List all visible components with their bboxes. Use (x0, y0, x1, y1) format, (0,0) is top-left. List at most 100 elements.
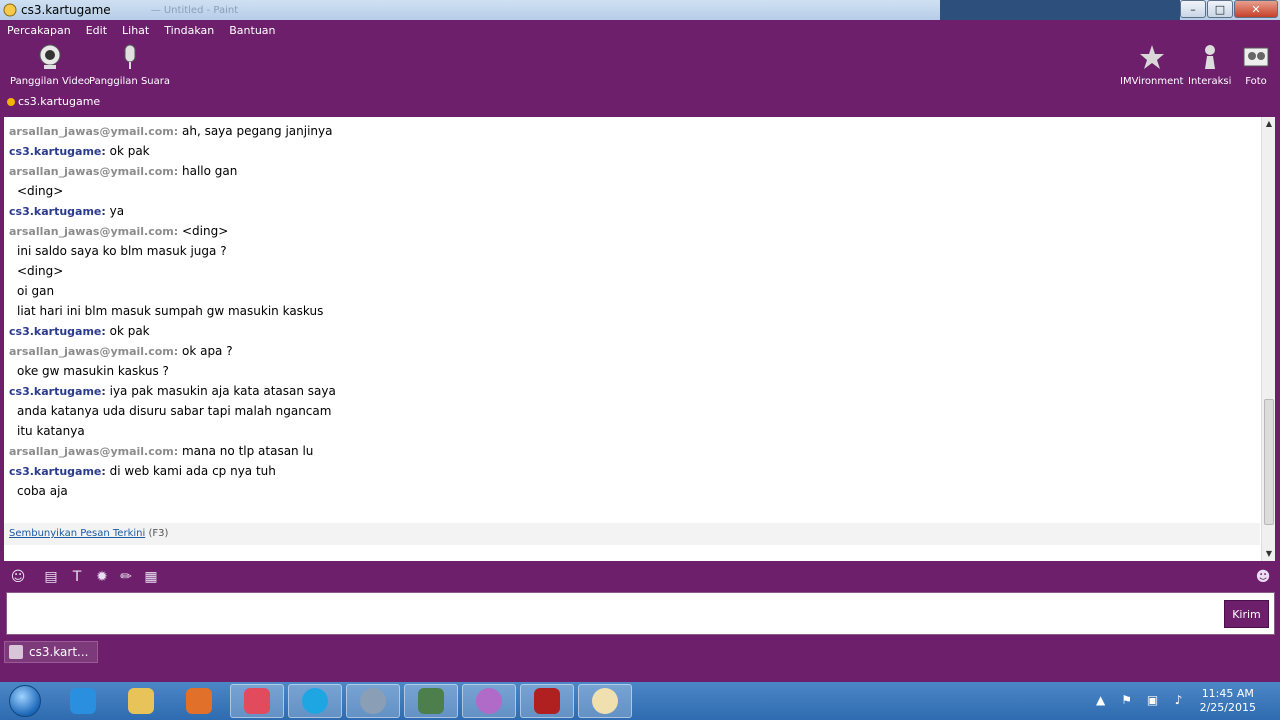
chat-text: oke gw masukin kaskus ? (17, 364, 169, 378)
chat-sender: arsallan_jawas@ymail.com: (9, 225, 179, 238)
chat-scrollbar[interactable]: ▲ ▼ (1261, 117, 1275, 561)
taskbar-explorer[interactable] (114, 684, 168, 718)
hide-messages-link[interactable]: Sembunyikan Pesan Terkini (9, 528, 145, 539)
chat-line: arsallan_jawas@ymail.com: <ding> (9, 221, 1249, 241)
swirl-app-icon (244, 688, 270, 714)
video-call-label: Panggilan Video (10, 76, 90, 87)
chat-text: ya (109, 204, 125, 218)
scroll-up-arrow-icon[interactable]: ▲ (1262, 117, 1276, 131)
interaksi-label: Interaksi (1188, 76, 1232, 87)
media-player-icon (186, 688, 212, 714)
scroll-thumb[interactable] (1264, 399, 1274, 525)
chess-piece-icon (1195, 42, 1225, 72)
toolbar: Panggilan Video Panggilan Suara IMVironm… (0, 40, 1280, 92)
chat-line: arsallan_jawas@ymail.com: hallo gan (9, 161, 1249, 181)
dota-icon (534, 688, 560, 714)
taskbar-yahoo-messenger[interactable] (462, 684, 516, 718)
menu-edit[interactable]: Edit (86, 24, 107, 37)
taskbar-internet-explorer[interactable] (56, 684, 110, 718)
conversation-tab[interactable]: cs3.kart... (4, 641, 98, 663)
yahoo-messenger-icon (476, 688, 502, 714)
chat-text: ah, saya pegang janjinya (181, 124, 333, 138)
chat-text: iya pak masukin aja kata atasan saya (109, 384, 336, 398)
interaksi-button[interactable]: Interaksi (1188, 42, 1231, 87)
webcam-icon (35, 42, 65, 72)
chat-text: anda katanya uda disuru sabar tapi malah… (17, 404, 332, 418)
audible-icon[interactable]: ✹ (93, 568, 111, 586)
chat-line: cs3.kartugame: ya (9, 201, 1249, 221)
chat-sender: arsallan_jawas@ymail.com: (9, 125, 179, 138)
share-photo-icon[interactable]: ▦ (142, 568, 160, 586)
chat-sender: cs3.kartugame: (9, 465, 106, 478)
taskbar-paint[interactable] (578, 684, 632, 718)
chat-text: ok pak (109, 324, 150, 338)
chat-line: liat hari ini blm masuk sumpah gw masuki… (9, 301, 1249, 321)
speech-bubble-icon[interactable]: ▤ (42, 568, 60, 586)
messenger-app-icon (3, 3, 17, 17)
chat-text: coba aja (17, 484, 68, 498)
chat-line: cs3.kartugame: iya pak masukin aja kata … (9, 381, 1249, 401)
taskbar-skype[interactable] (288, 684, 342, 718)
contact-status: cs3.kartugame (7, 95, 100, 108)
contact-avatar-icon[interactable]: ☻ (1254, 568, 1272, 586)
skype-icon (302, 688, 328, 714)
action-center-flag-icon[interactable]: ⚑ (1119, 693, 1135, 709)
chat-sender: arsallan_jawas@ymail.com: (9, 345, 179, 358)
window-title: cs3.kartugame (21, 3, 111, 17)
chat-sender: cs3.kartugame: (9, 325, 106, 338)
menu-bantuan[interactable]: Bantuan (229, 24, 275, 37)
clock-date: 2/25/2015 (1199, 701, 1256, 714)
menu-tindakan[interactable]: Tindakan (164, 24, 214, 37)
network-icon[interactable]: ▣ (1145, 693, 1161, 709)
contact-name: cs3.kartugame (18, 95, 101, 108)
volume-icon[interactable]: ♪ (1171, 693, 1187, 709)
voice-call-label: Panggilan Suara (89, 76, 170, 87)
chat-line: cs3.kartugame: ok pak (9, 141, 1249, 161)
emoticon-icon[interactable]: ☺ (9, 568, 27, 586)
chat-message: cs3.kartugame: di web kami ada cp nya tu… (9, 461, 1249, 501)
chat-sender: cs3.kartugame: (9, 145, 106, 158)
chat-line: ini saldo saya ko blm masuk juga ? (9, 241, 1249, 261)
taskbar-media-player[interactable] (172, 684, 226, 718)
title-bar-shade (940, 0, 1180, 20)
chat-line: <ding> (9, 181, 1249, 201)
menu-lihat[interactable]: Lihat (122, 24, 149, 37)
chat-line: arsallan_jawas@ymail.com: ah, saya pegan… (9, 121, 1249, 141)
chat-text: <ding> (181, 224, 229, 238)
close-button[interactable]: ✕ (1234, 0, 1278, 18)
folder-icon (128, 688, 154, 714)
attach-icon[interactable]: ✏ (117, 568, 135, 586)
start-button[interactable] (2, 683, 48, 719)
imvironment-button[interactable]: IMVironment (1120, 42, 1183, 87)
taskbar-app-7[interactable] (404, 684, 458, 718)
show-hidden-icons-icon[interactable]: ▲ (1093, 693, 1109, 709)
foto-button[interactable]: Foto (1241, 42, 1271, 87)
chat-text: ini saldo saya ko blm masuk juga ? (17, 244, 227, 258)
ie-icon (70, 688, 96, 714)
chat-message: arsallan_jawas@ymail.com: <ding> ini sald… (9, 221, 1249, 321)
maximize-button[interactable]: □ (1207, 0, 1233, 18)
send-button[interactable]: Kirim (1224, 600, 1269, 628)
chat-line: itu katanya (9, 421, 1249, 441)
windows-orb-icon (9, 685, 41, 717)
taskbar-app-4[interactable] (230, 684, 284, 718)
video-call-button[interactable]: Panggilan Video (10, 42, 90, 87)
taskbar-app-6[interactable] (346, 684, 400, 718)
clock[interactable]: 11:45 AM 2/25/2015 (1200, 687, 1256, 715)
chat-sender: cs3.kartugame: (9, 205, 106, 218)
taskbar-dota[interactable] (520, 684, 574, 718)
minimize-button[interactable]: – (1180, 0, 1206, 18)
background-window-title: — Untitled - Paint (150, 4, 239, 16)
chat-message: arsallan_jawas@ymail.com: hallo gan <ding… (9, 161, 1249, 201)
chat-text: ok apa ? (181, 344, 233, 358)
conversation-tab-icon (9, 645, 23, 659)
scroll-down-arrow-icon[interactable]: ▼ (1262, 547, 1276, 561)
menu-percakapan[interactable]: Percakapan (7, 24, 71, 37)
chat-line: <ding> (9, 261, 1249, 281)
text-format-icon[interactable]: T (68, 568, 86, 586)
chat-history[interactable]: arsallan_jawas@ymail.com: ah, saya pegan… (4, 117, 1275, 561)
voice-call-button[interactable]: Panggilan Suara (89, 42, 170, 87)
status-icon (7, 97, 15, 106)
menu-bar: Percakapan Edit Lihat Tindakan Bantuan (0, 20, 284, 40)
message-input[interactable]: Kirim (6, 592, 1275, 635)
